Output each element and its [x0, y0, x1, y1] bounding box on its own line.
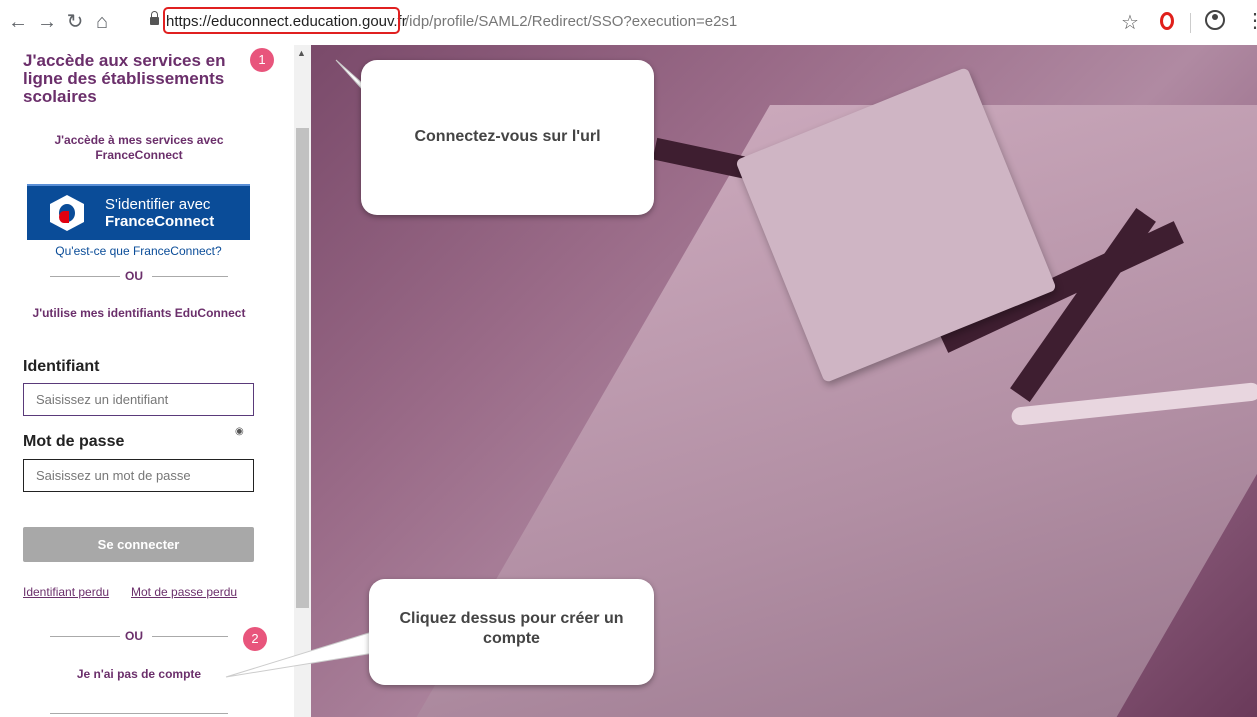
divider	[50, 713, 228, 714]
connect-button[interactable]: Se connecter	[23, 527, 254, 562]
reload-icon[interactable]: ↻	[62, 9, 88, 35]
forward-icon[interactable]: →	[34, 9, 60, 35]
franceconnect-button-label: S'identifier avec FranceConnect	[105, 196, 215, 230]
franceconnect-button[interactable]: S'identifier avec FranceConnect	[27, 184, 250, 240]
step-badge-2: 2	[243, 627, 267, 651]
eye-icon[interactable]: ◉	[235, 426, 244, 437]
home-icon[interactable]: ⌂	[89, 9, 115, 35]
what-is-franceconnect-link[interactable]: Qu'est-ce que FranceConnect?	[27, 244, 250, 258]
franceconnect-logo-icon	[50, 195, 84, 231]
step-badge-1: 1	[250, 48, 274, 72]
identifier-label: Identifiant	[23, 358, 100, 375]
separator-or: OU	[50, 268, 228, 284]
url-highlight-box	[163, 7, 400, 34]
page-title: J'accède aux services en ligne des établ…	[23, 51, 226, 106]
identifier-input[interactable]: Saisissez un identifiant	[23, 383, 254, 416]
lost-identifier-link[interactable]: Identifiant perdu	[23, 585, 109, 599]
educonnect-heading: J'utilise mes identifiants EduConnect	[32, 306, 246, 320]
franceconnect-heading: J'accède à mes services avec FranceConne…	[54, 133, 224, 162]
callout-create-account: Cliquez dessus pour créer un compte	[369, 579, 654, 685]
toolbar-divider	[1190, 13, 1191, 33]
lock-icon	[150, 11, 159, 25]
browser-toolbar: ← → ↻ ⌂ https://educonnect.education.gou…	[0, 0, 1257, 46]
opera-icon[interactable]	[1160, 12, 1174, 30]
no-account-link[interactable]: Je n'ai pas de compte	[24, 667, 254, 681]
password-input[interactable]: Saisissez un mot de passe	[23, 459, 254, 492]
login-panel: J'accède aux services en ligne des établ…	[0, 45, 294, 717]
separator-or: OU	[50, 628, 228, 644]
back-icon[interactable]: ←	[5, 9, 31, 35]
menu-icon[interactable]: ⋮	[1245, 8, 1257, 34]
account-icon[interactable]	[1205, 10, 1225, 30]
callout-url: Connectez-vous sur l'url	[361, 60, 654, 215]
star-icon[interactable]: ☆	[1121, 10, 1139, 35]
url-path[interactable]: /idp/profile/SAML2/Redirect/SSO?executio…	[405, 13, 737, 30]
password-label: Mot de passe	[23, 433, 125, 450]
scroll-up-icon[interactable]: ▲	[297, 48, 306, 58]
lost-password-link[interactable]: Mot de passe perdu	[131, 585, 237, 599]
scrollbar-thumb[interactable]	[296, 128, 309, 608]
